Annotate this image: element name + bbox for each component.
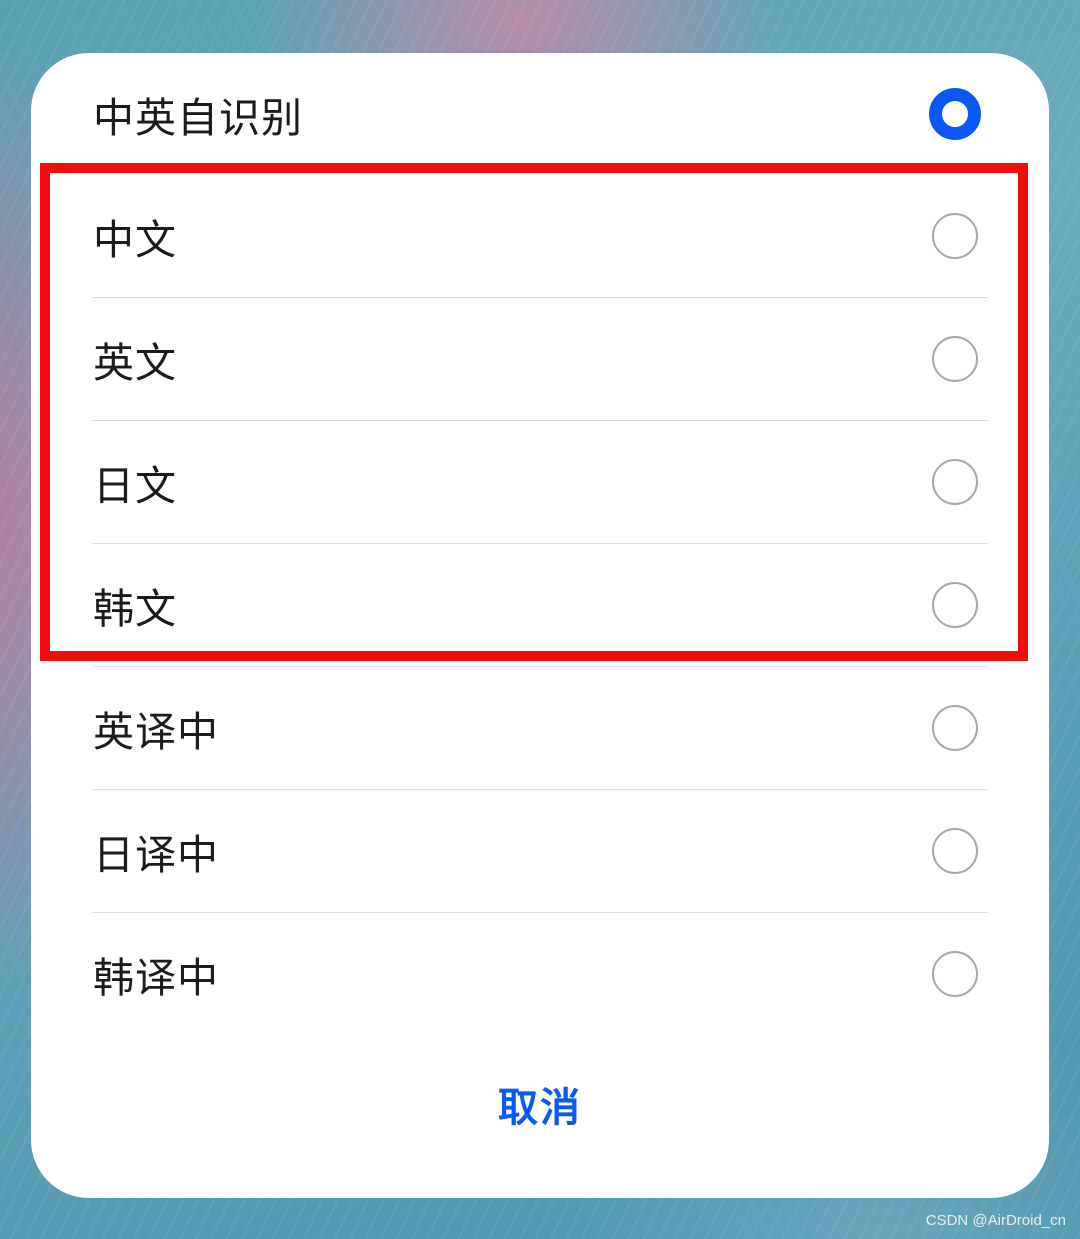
option-chinese[interactable]: 中文 xyxy=(92,175,988,297)
option-label: 中文 xyxy=(93,216,177,264)
radio-unselected-icon[interactable] xyxy=(932,213,978,259)
option-label: 中英自识别 xyxy=(93,94,303,142)
watermark: CSDN @AirDroid_cn xyxy=(925,1212,1066,1229)
option-label: 日译中 xyxy=(93,831,219,879)
radio-unselected-icon[interactable] xyxy=(932,459,978,505)
radio-selected-icon[interactable] xyxy=(929,88,981,140)
option-english-to-chinese[interactable]: 英译中 xyxy=(92,667,988,789)
option-label: 英译中 xyxy=(93,708,219,756)
option-label: 英文 xyxy=(93,339,177,387)
option-label: 韩译中 xyxy=(93,954,219,1002)
recognition-language-dialog: 中英自识别 中文 英文 日文 韩文 英译中 日译中 韩译中 xyxy=(31,53,1049,1198)
option-japanese[interactable]: 日文 xyxy=(92,421,988,543)
option-english[interactable]: 英文 xyxy=(92,298,988,420)
radio-unselected-icon[interactable] xyxy=(932,828,978,874)
radio-unselected-icon[interactable] xyxy=(932,582,978,628)
option-korean[interactable]: 韩文 xyxy=(92,544,988,666)
cancel-button[interactable]: 取消 xyxy=(440,1076,640,1140)
option-label: 日文 xyxy=(93,462,177,510)
option-label: 韩文 xyxy=(93,585,177,633)
radio-unselected-icon[interactable] xyxy=(932,951,978,997)
radio-unselected-icon[interactable] xyxy=(932,336,978,382)
option-japanese-to-chinese[interactable]: 日译中 xyxy=(92,790,988,912)
option-korean-to-chinese[interactable]: 韩译中 xyxy=(92,913,988,1035)
option-auto-zh-en[interactable]: 中英自识别 xyxy=(92,53,988,175)
radio-unselected-icon[interactable] xyxy=(932,705,978,751)
